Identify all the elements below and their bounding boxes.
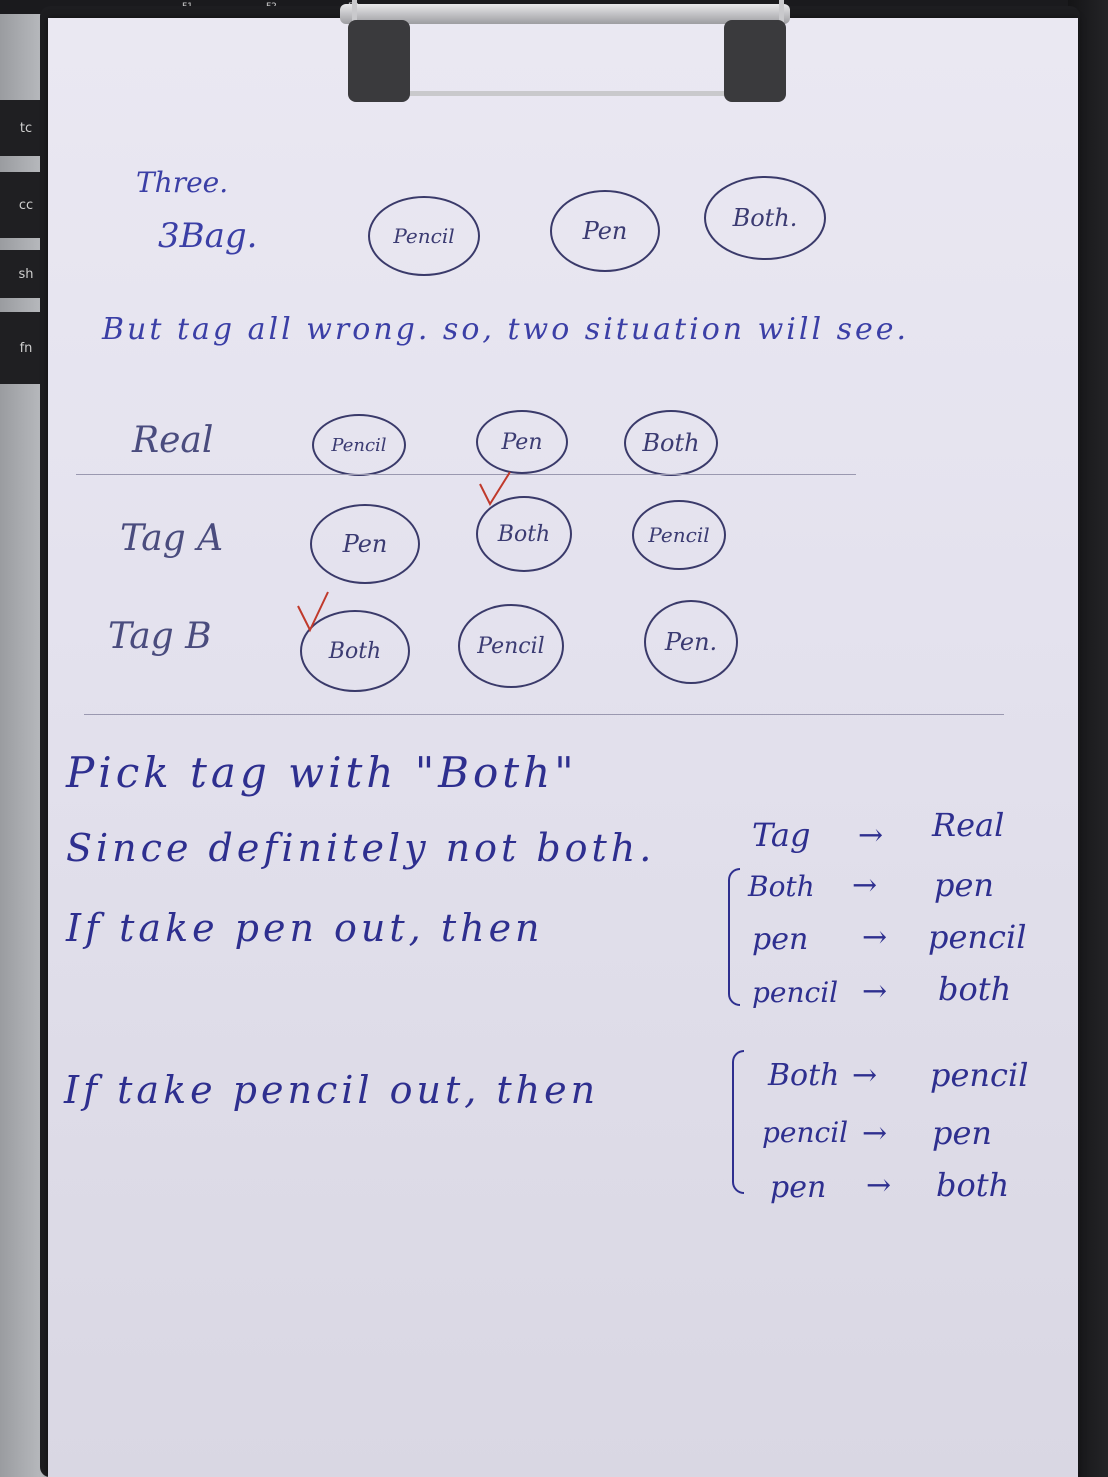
arrow-icon: →	[858, 818, 884, 853]
table-divider	[76, 474, 856, 475]
cell-label: Both	[497, 521, 551, 547]
note-statement: But tag all wrong. so, two situation wil…	[102, 312, 910, 347]
note-pick-tag: Pick tag with "Both"	[66, 748, 578, 797]
cell-label: Both	[328, 638, 382, 664]
cell-label: Pencil	[477, 633, 545, 659]
arrow-icon: →	[862, 1116, 888, 1151]
bag-label: Both.	[732, 204, 798, 232]
bag-circle: Pencil	[368, 196, 480, 276]
cell-circle: Pencil	[312, 414, 406, 476]
row-label-tag-a: Tag A	[120, 518, 224, 559]
map-real: pencil	[930, 1056, 1029, 1094]
note-since: Since definitely not both.	[66, 826, 656, 870]
cell-label: Pencil	[331, 434, 387, 456]
arrow-icon: →	[862, 974, 888, 1009]
cell-circle: Both	[624, 410, 718, 476]
map-tag: pencil	[762, 1116, 849, 1149]
map-tag: Both	[768, 1058, 840, 1093]
bag-circle: Both.	[704, 176, 826, 260]
clipboard-clip-wire	[352, 0, 784, 96]
map-tag: Both	[748, 870, 815, 903]
note-3bag: 3Bag.	[158, 216, 258, 256]
bag-circle: Pen	[550, 190, 660, 272]
map-real: pen	[934, 866, 995, 904]
arrow-icon: →	[866, 1168, 892, 1203]
map-real: pencil	[928, 918, 1027, 956]
brace-icon	[732, 1050, 744, 1194]
cell-circle: Pen	[476, 410, 568, 474]
note-three: Three.	[136, 166, 229, 199]
map-real: both	[936, 1166, 1010, 1204]
map-tag: pen	[752, 922, 809, 957]
map-real: pen	[932, 1114, 993, 1152]
mapping-header-tag: Tag	[752, 816, 811, 854]
map-tag: pencil	[752, 976, 839, 1009]
note-if-pen: If take pen out, then	[66, 906, 544, 950]
map-tag: pen	[770, 1170, 827, 1205]
brace-icon	[728, 868, 740, 1006]
map-real: both	[938, 970, 1012, 1008]
cell-label: Pen	[342, 530, 388, 558]
cell-label: Pen.	[664, 628, 718, 656]
clipboard-clip-handle	[348, 20, 410, 102]
arrow-icon: →	[852, 1058, 878, 1093]
check-mark-icon	[479, 471, 511, 507]
clipboard-clip-handle	[724, 20, 786, 102]
note-if-pencil: If take pencil out, then	[64, 1068, 600, 1112]
row-label-tag-b: Tag B	[108, 616, 212, 657]
row-label-real: Real	[132, 420, 214, 461]
bag-label: Pen	[582, 217, 628, 245]
cell-circle: Pen	[310, 504, 420, 584]
arrow-icon: →	[862, 920, 888, 955]
mapping-header-real: Real	[932, 806, 1005, 844]
cell-label: Both	[642, 429, 700, 457]
cell-label: Pencil	[648, 523, 710, 547]
check-mark-icon	[297, 591, 329, 633]
cell-circle: Pencil	[632, 500, 726, 570]
section-divider	[84, 714, 1004, 715]
cell-label: Pen	[501, 429, 543, 455]
cell-circle: Pen.	[644, 600, 738, 684]
bag-label: Pencil	[393, 224, 455, 248]
cell-circle: Pencil	[458, 604, 564, 688]
arrow-icon: →	[852, 868, 878, 903]
